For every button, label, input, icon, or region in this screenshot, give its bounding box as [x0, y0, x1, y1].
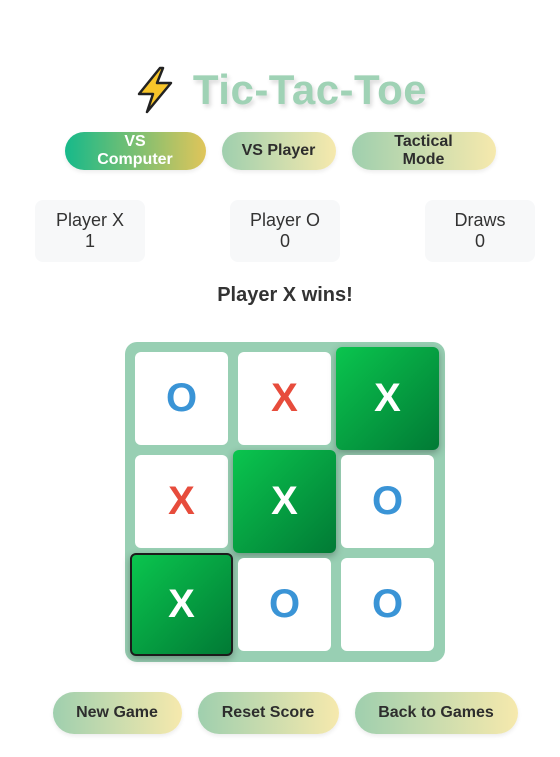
game-page: Tic-Tac-Toe VS Computer VS Player Tactic…	[0, 0, 560, 757]
score-value: 1	[84, 231, 95, 251]
score-label: Player X	[55, 210, 125, 230]
score-card-draws: Draws 0	[425, 200, 535, 262]
board-cell-8[interactable]: O	[238, 558, 331, 651]
mode-vs-computer-button[interactable]: VS Computer	[64, 132, 206, 170]
board-cell-9[interactable]: O	[341, 558, 434, 651]
lightning-bolt-icon	[137, 66, 173, 114]
board-cell-1[interactable]: O	[135, 352, 228, 445]
score-label: Player O	[249, 210, 321, 230]
score-value: 0	[279, 231, 290, 251]
score-card-player-o: Player O 0	[230, 200, 340, 262]
reset-score-button[interactable]: Reset Score	[197, 692, 339, 734]
board-cell-2[interactable]: X	[238, 352, 331, 445]
game-status: Player X wins!	[217, 284, 353, 306]
board-cell-6[interactable]: O	[341, 455, 434, 548]
new-game-button[interactable]: New Game	[52, 692, 182, 734]
board-cell-7[interactable]: X	[130, 553, 233, 656]
game-board: O X X X X O X O O	[125, 342, 445, 662]
mode-tactical-button[interactable]: Tactical Mode	[351, 132, 496, 170]
mode-selector: VS Computer VS Player Tactical Mode	[0, 132, 560, 170]
board-cell-5[interactable]: X	[233, 450, 336, 553]
back-to-games-button[interactable]: Back to Games	[354, 692, 518, 734]
score-value: 0	[474, 231, 485, 251]
action-bar: New Game Reset Score Back to Games	[0, 692, 560, 734]
header: Tic-Tac-Toe	[0, 60, 560, 120]
board-cell-3[interactable]: X	[336, 347, 439, 450]
score-card-player-x: Player X 1	[35, 200, 145, 262]
mode-vs-player-button[interactable]: VS Player	[221, 132, 336, 170]
page-title: Tic-Tac-Toe	[192, 66, 428, 113]
score-label: Draws	[454, 210, 506, 230]
board-cell-4[interactable]: X	[135, 455, 228, 548]
